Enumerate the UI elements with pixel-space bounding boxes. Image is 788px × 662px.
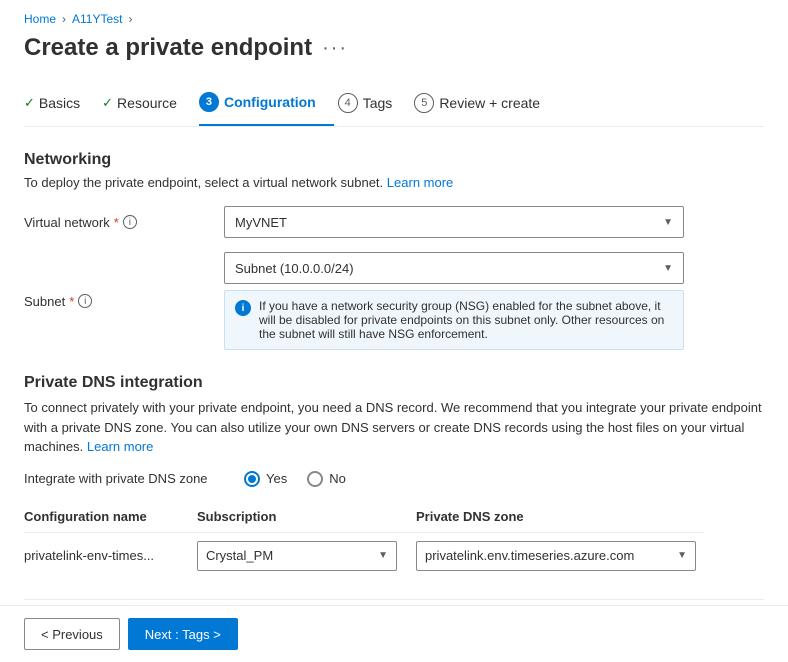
subscription-arrow: ▼ (378, 550, 388, 561)
step-resource[interactable]: ✓ Resource (102, 85, 195, 123)
virtual-network-arrow: ▼ (663, 217, 673, 228)
step-resource-label: Resource (117, 95, 177, 111)
config-name-cell: privatelink-env-times... (24, 532, 197, 579)
virtual-network-info-icon[interactable]: i (123, 215, 137, 229)
dns-title: Private DNS integration (24, 374, 764, 392)
wizard-steps: ✓ Basics ✓ Resource 3 Configuration 4 Ta… (24, 82, 764, 127)
subnet-required: * (69, 294, 74, 309)
step-configuration-label: Configuration (224, 94, 316, 110)
integrate-dns-label: Integrate with private DNS zone (24, 471, 224, 486)
previous-button[interactable]: < Previous (24, 618, 120, 650)
nsg-info-icon: i (235, 300, 251, 316)
step-basics-label: Basics (39, 95, 80, 111)
subnet-label: Subnet * i (24, 294, 224, 309)
dns-table: Configuration name Subscription Private … (24, 503, 704, 579)
subscription-value: Crystal_PM (206, 548, 273, 563)
virtual-network-row: Virtual network * i MyVNET ▼ (24, 206, 764, 238)
footer-divider (24, 599, 764, 600)
radio-no-label: No (329, 471, 346, 486)
dns-learn-more[interactable]: Learn more (87, 439, 153, 454)
nsg-notice: i If you have a network security group (… (224, 290, 684, 350)
dns-zone-cell: privatelink.env.timeseries.azure.com ▼ (416, 532, 704, 579)
dns-table-body: privatelink-env-times... Crystal_PM ▼ pr… (24, 532, 704, 579)
page-title-row: Create a private endpoint ··· (24, 34, 764, 62)
subnet-dropdown[interactable]: Subnet (10.0.0.0/24) ▼ (224, 252, 684, 284)
subnet-info-icon[interactable]: i (78, 294, 92, 308)
breadcrumb-sep1: › (62, 12, 66, 26)
radio-yes[interactable]: Yes (244, 471, 287, 487)
basics-check-icon: ✓ (24, 95, 35, 111)
networking-learn-more[interactable]: Learn more (387, 175, 453, 190)
nsg-text: If you have a network security group (NS… (259, 299, 673, 341)
step-configuration[interactable]: 3 Configuration (199, 82, 334, 126)
virtual-network-value: MyVNET (235, 215, 287, 230)
col-header-dns: Private DNS zone (416, 503, 704, 533)
col-header-config: Configuration name (24, 503, 197, 533)
virtual-network-control: MyVNET ▼ (224, 206, 764, 238)
integrate-dns-row: Integrate with private DNS zone Yes No (24, 471, 764, 487)
breadcrumb-home[interactable]: Home (24, 12, 56, 26)
next-button[interactable]: Next : Tags > (128, 618, 238, 650)
networking-desc: To deploy the private endpoint, select a… (24, 175, 764, 190)
radio-yes-label: Yes (266, 471, 287, 486)
radio-no-btn[interactable] (307, 471, 323, 487)
dns-zone-arrow: ▼ (677, 550, 687, 561)
configuration-circle: 3 (199, 92, 219, 112)
subscription-cell: Crystal_PM ▼ (197, 532, 416, 579)
step-tags[interactable]: 4 Tags (338, 83, 411, 125)
footer: < Previous Next : Tags > (0, 605, 788, 662)
subscription-dropdown[interactable]: Crystal_PM ▼ (197, 541, 397, 571)
table-row: privatelink-env-times... Crystal_PM ▼ pr… (24, 532, 704, 579)
resource-check-icon: ✓ (102, 95, 113, 111)
breadcrumb-a11ytest[interactable]: A11YTest (72, 12, 122, 26)
review-circle: 5 (414, 93, 434, 113)
page-title: Create a private endpoint (24, 34, 312, 62)
virtual-network-required: * (114, 215, 119, 230)
dns-zone-value: privatelink.env.timeseries.azure.com (425, 548, 634, 563)
dns-table-head: Configuration name Subscription Private … (24, 503, 704, 533)
virtual-network-label: Virtual network * i (24, 215, 224, 230)
step-review[interactable]: 5 Review + create (414, 83, 558, 125)
virtual-network-dropdown[interactable]: MyVNET ▼ (224, 206, 684, 238)
tags-circle: 4 (338, 93, 358, 113)
subnet-arrow: ▼ (663, 263, 673, 274)
more-options-icon[interactable]: ··· (322, 37, 348, 60)
networking-title: Networking (24, 151, 764, 169)
radio-options: Yes No (244, 471, 346, 487)
subnet-row: Subnet * i Subnet (10.0.0.0/24) ▼ i If y… (24, 252, 764, 350)
step-review-label: Review + create (439, 95, 540, 111)
dns-section: Private DNS integration To connect priva… (24, 374, 764, 579)
breadcrumb-sep2: › (129, 12, 133, 26)
breadcrumb: Home › A11YTest › (24, 12, 764, 26)
networking-section: Networking To deploy the private endpoin… (24, 151, 764, 350)
subnet-value: Subnet (10.0.0.0/24) (235, 261, 354, 276)
dns-zone-dropdown[interactable]: privatelink.env.timeseries.azure.com ▼ (416, 541, 696, 571)
radio-no[interactable]: No (307, 471, 346, 487)
subnet-control: Subnet (10.0.0.0/24) ▼ i If you have a n… (224, 252, 764, 350)
dns-desc: To connect privately with your private e… (24, 398, 764, 457)
step-tags-label: Tags (363, 95, 393, 111)
step-basics[interactable]: ✓ Basics (24, 85, 98, 123)
radio-yes-btn[interactable] (244, 471, 260, 487)
col-header-sub: Subscription (197, 503, 416, 533)
